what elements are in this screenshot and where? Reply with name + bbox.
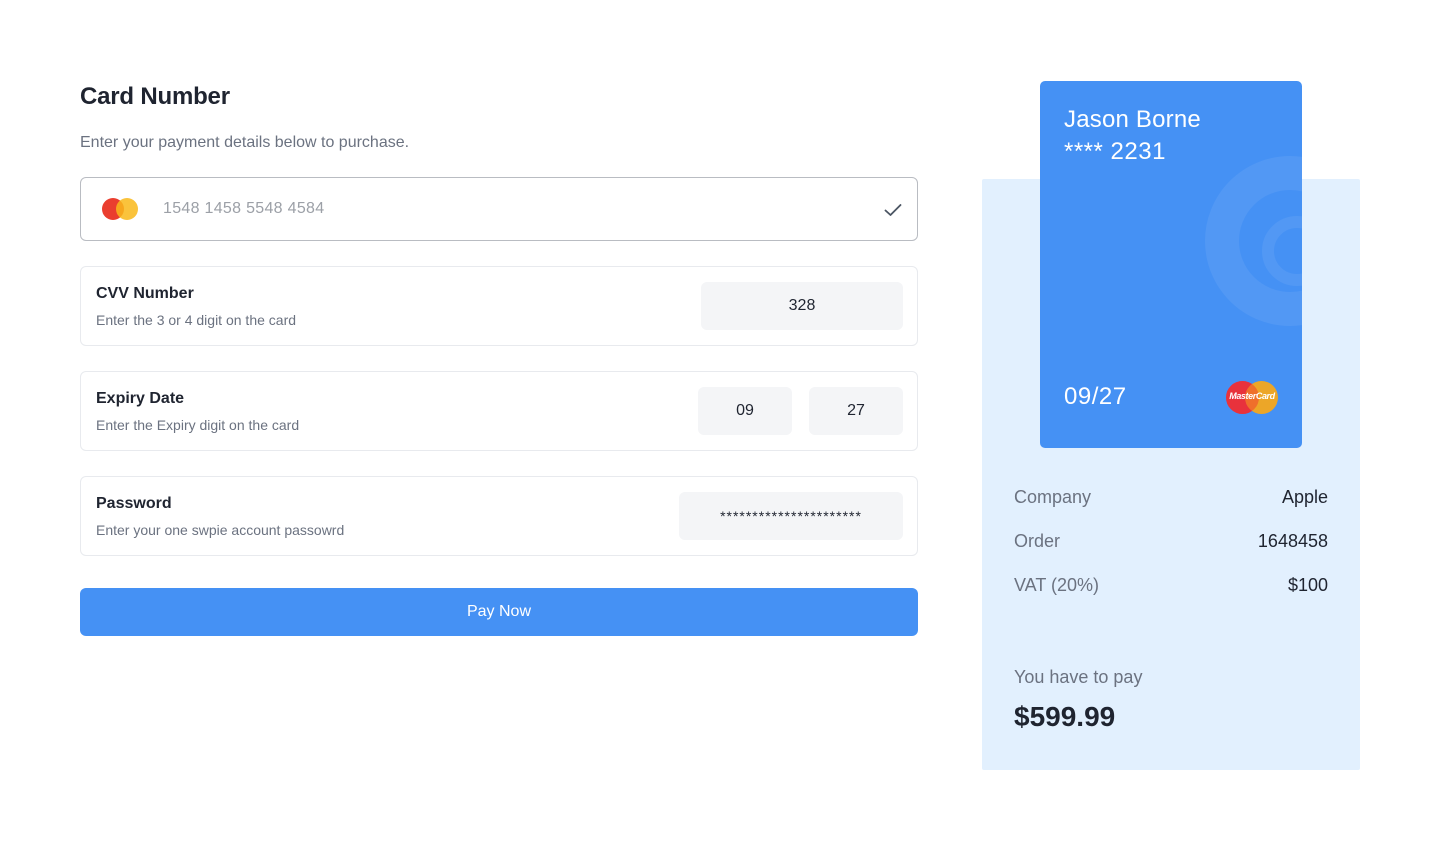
cvv-row: CVV Number Enter the 3 or 4 digit on the… xyxy=(80,266,918,346)
summary-row-order: Order 1648458 xyxy=(1014,531,1328,552)
card-number-value: 1548 1458 5548 4584 xyxy=(163,200,325,217)
summary-value: $100 xyxy=(1287,575,1328,595)
password-hint: Enter your one swpie account passowrd xyxy=(96,522,345,538)
summary-row-vat: VAT (20%) $100 xyxy=(1014,575,1328,596)
card-expiry: 09/27 xyxy=(1064,383,1127,410)
summary-value: Apple xyxy=(1281,487,1328,507)
pay-now-button[interactable]: Pay Now xyxy=(80,588,918,636)
summary-key: Company xyxy=(1014,487,1092,507)
card-holder-name: Jason Borne xyxy=(1064,106,1201,133)
password-input[interactable]: ********************** xyxy=(679,492,903,540)
mastercard-icon xyxy=(102,198,142,220)
pay-label: You have to pay xyxy=(1014,667,1143,687)
password-row: Password Enter your one swpie account pa… xyxy=(80,476,918,556)
cvv-input[interactable]: 328 xyxy=(701,282,903,330)
payment-form: Card Number Enter your payment details b… xyxy=(80,80,918,636)
summary-key: VAT (20%) xyxy=(1014,575,1100,595)
check-icon xyxy=(881,198,905,222)
expiry-hint: Enter the Expiry digit on the card xyxy=(96,417,300,433)
expiry-label: Expiry Date xyxy=(96,390,185,407)
card-number-input[interactable]: 1548 1458 5548 4584 xyxy=(80,177,918,241)
summary-key: Order xyxy=(1014,531,1061,551)
cvv-label: CVV Number xyxy=(96,285,194,302)
mastercard-logo-text: MasterCard xyxy=(1229,391,1275,401)
expiry-year-input[interactable]: 27 xyxy=(809,387,903,435)
expiry-month-input[interactable]: 09 xyxy=(698,387,792,435)
credit-card-preview: Jason Borne **** 2231 09/27 MasterCard xyxy=(1040,81,1302,448)
page-title: Card Number xyxy=(80,83,230,110)
pay-amount: $599.99 xyxy=(1014,701,1116,732)
card-masked-number: **** 2231 xyxy=(1064,138,1166,165)
page-subtitle: Enter your payment details below to purc… xyxy=(80,134,410,151)
expiry-row: Expiry Date Enter the Expiry digit on th… xyxy=(80,371,918,451)
cvv-hint: Enter the 3 or 4 digit on the card xyxy=(96,312,297,328)
summary-value: 1648458 xyxy=(1257,531,1328,551)
password-label: Password xyxy=(96,495,172,512)
summary-row-company: Company Apple xyxy=(1014,487,1328,508)
mastercard-logo-icon: MasterCard xyxy=(1226,381,1278,414)
